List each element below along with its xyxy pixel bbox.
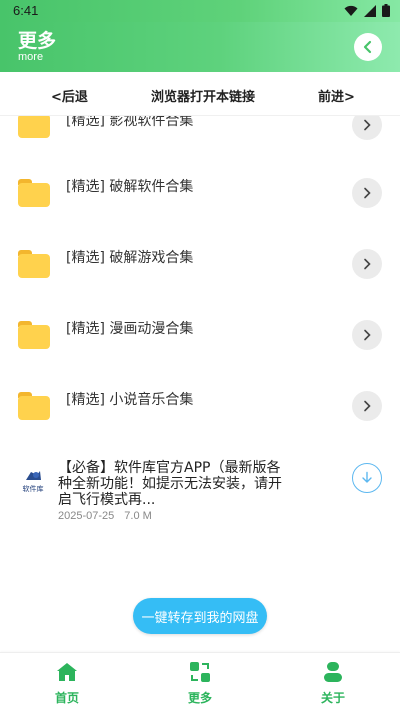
download-icon (362, 471, 372, 483)
app-item-size: 7.0 M (124, 510, 152, 522)
list-item[interactable]: [精选] 破解游戏合集 (0, 233, 400, 293)
list-item-label: [精选] 影视软件合集 (66, 116, 194, 129)
open-item-button[interactable] (352, 249, 382, 279)
browser-nav-bar: <后退 浏览器打开本链接 前进> (0, 72, 400, 116)
tab-more-label: 更多 (187, 691, 212, 705)
battery-icon (382, 4, 390, 17)
status-icons (344, 4, 390, 17)
app-item-date: 2025-07-25 (58, 510, 115, 522)
list-item-label: [精选] 小说音乐合集 (66, 392, 194, 408)
list-item[interactable]: [精选] 破解软件合集 (0, 162, 400, 222)
folder-icon (18, 321, 50, 349)
open-item-button[interactable] (352, 391, 382, 421)
chevron-right-icon (364, 119, 371, 131)
list-item-label: [精选] 漫画动漫合集 (66, 321, 194, 337)
home-icon (57, 663, 77, 681)
open-item-button[interactable] (352, 116, 382, 140)
folder-icon (18, 116, 50, 138)
app-bar: 更多 more (0, 22, 400, 72)
chevron-right-icon (364, 400, 371, 412)
bottom-tab-bar: 首页 更多 关于 (0, 652, 400, 712)
open-item-button[interactable] (352, 320, 382, 350)
status-time: 6:41 (13, 3, 39, 18)
list-item[interactable]: [精选] 小说音乐合集 (0, 375, 400, 435)
nav-back-link[interactable]: <后退 (51, 86, 88, 105)
chevron-left-icon (363, 40, 372, 54)
app-item-title: 【必备】软件库官方APP（最新版各种全新功能！如提示无法安装，请开启飞行模式再.… (58, 460, 282, 508)
wifi-icon (344, 5, 358, 16)
open-in-browser-link[interactable]: 浏览器打开本链接 (151, 86, 255, 105)
list-item[interactable]: [精选] 漫画动漫合集 (0, 304, 400, 364)
app-logo: 软件库 (20, 466, 46, 494)
status-bar: 6:41 (0, 0, 400, 22)
download-button[interactable] (352, 463, 382, 493)
chevron-right-icon (364, 258, 371, 270)
signal-icon (364, 4, 376, 17)
folder-icon (18, 392, 50, 420)
app-item-meta: 2025-07-25 7.0 M (58, 510, 162, 522)
chevron-right-icon (364, 187, 371, 199)
open-item-button[interactable] (352, 178, 382, 208)
nav-forward-link[interactable]: 前进> (318, 86, 355, 105)
chevron-right-icon (364, 329, 371, 341)
back-button[interactable] (354, 33, 382, 61)
page-title: 更多 (18, 30, 57, 52)
tab-about-label: 关于 (320, 691, 345, 705)
transfer-icon (190, 662, 210, 682)
tab-home[interactable]: 首页 (37, 661, 97, 707)
list-item-label: [精选] 破解软件合集 (66, 179, 194, 195)
app-download-item[interactable]: 软件库 【必备】软件库官方APP（最新版各种全新功能！如提示无法安装，请开启飞行… (0, 458, 400, 528)
folder-icon (18, 179, 50, 207)
list-item-label: [精选] 破解游戏合集 (66, 250, 194, 266)
tab-home-label: 首页 (54, 691, 79, 705)
tab-about[interactable]: 关于 (303, 661, 363, 707)
page-subtitle: more (18, 51, 44, 63)
folder-list: [精选] 影视软件合集 [精选] 破解软件合集 [精选] 破解游戏合集 [精选]… (0, 116, 400, 652)
tab-more[interactable]: 更多 (170, 661, 230, 707)
folder-icon (18, 250, 50, 278)
svg-text:软件库: 软件库 (23, 484, 44, 493)
list-item[interactable]: [精选] 影视软件合集 (0, 116, 400, 150)
user-icon (324, 662, 342, 682)
save-to-cloud-button[interactable]: 一键转存到我的网盘 (133, 598, 267, 634)
